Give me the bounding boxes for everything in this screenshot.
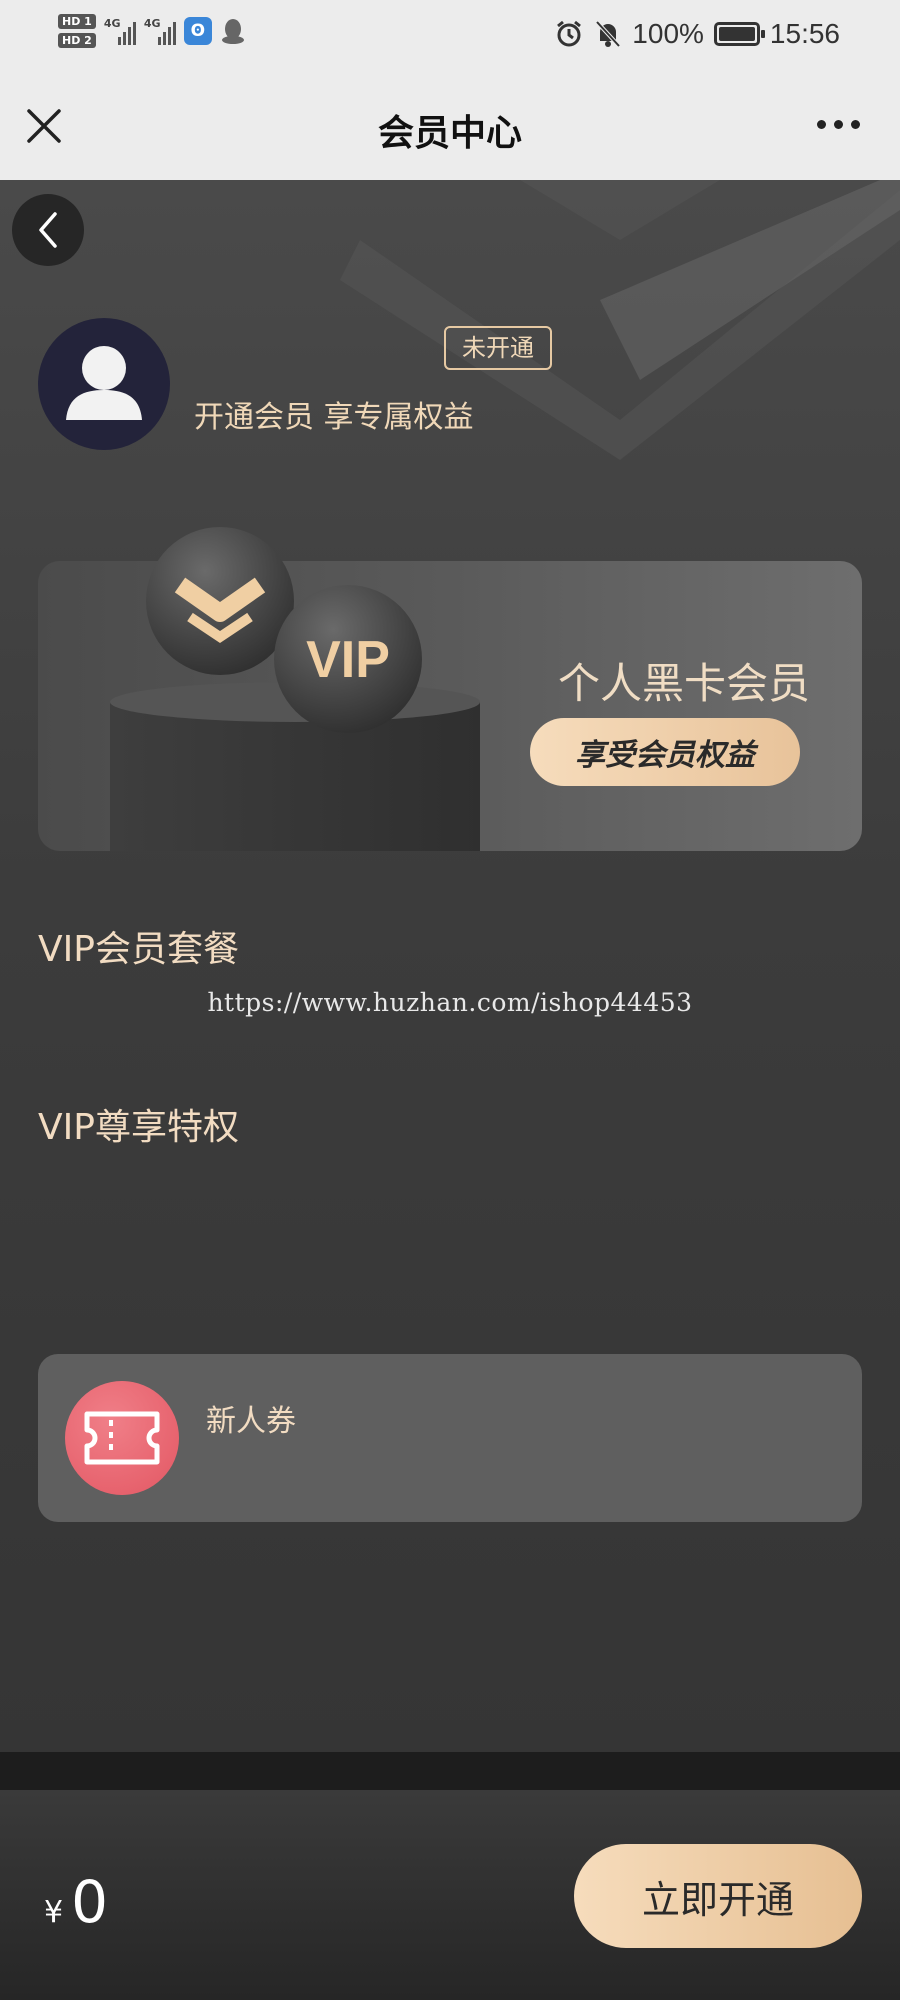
status-bar: HD 1 HD 2 4G 4G ʘ 100% 15:56 xyxy=(0,0,900,78)
benefit-name: 新人券 xyxy=(206,1404,296,1439)
qq-penguin-icon xyxy=(221,19,244,44)
status-right: 100% 15:56 xyxy=(554,18,840,50)
main-content: 未开通 开通会员 享专属权益 VIP 个人黑卡会员 享受会员权益 VIP会员套餐… xyxy=(0,180,900,1752)
membership-status-badge: 未开通 xyxy=(444,326,552,370)
app-notification-icon: ʘ xyxy=(183,17,212,45)
privileges-section-title: VIP尊享特权 xyxy=(38,1107,239,1148)
divider xyxy=(0,1752,900,1790)
watermark-url: https://www.huzhan.com/ishop44453 xyxy=(207,988,693,1017)
more-icon[interactable] xyxy=(817,120,860,129)
signal-icon: 4G xyxy=(104,17,136,45)
hd-indicators: HD 1 HD 2 xyxy=(58,14,96,48)
benefit-item[interactable]: 新人券 xyxy=(38,1354,862,1522)
page-title: 会员中心 xyxy=(377,113,522,154)
user-icon xyxy=(66,346,142,420)
vip-coin-text: VIP xyxy=(306,631,390,689)
alarm-icon xyxy=(557,20,582,47)
status-left: HD 1 HD 2 4G 4G ʘ xyxy=(58,14,246,48)
coupon-icon xyxy=(65,1381,179,1495)
chevron-left-icon xyxy=(39,212,57,248)
packages-section-title: VIP会员套餐 xyxy=(38,929,239,970)
membership-promo-text: 开通会员 享专属权益 xyxy=(194,400,474,435)
hd1-badge: HD 1 xyxy=(58,14,96,29)
currency-symbol: ¥ xyxy=(44,1895,64,1930)
vip-coin-scene: VIP xyxy=(110,527,480,851)
mute-icon xyxy=(595,20,621,48)
battery-percent: 100% xyxy=(632,18,704,49)
enjoy-benefits-button[interactable]: 享受会员权益 xyxy=(530,718,800,786)
back-button[interactable] xyxy=(12,194,84,266)
signal-icon-2: 4G xyxy=(144,17,176,45)
checkout-bar: ¥ 0 立即开通 xyxy=(0,1790,900,2000)
card-title: 个人黑卡会员 xyxy=(557,659,810,708)
clock: 15:56 xyxy=(769,18,840,49)
nav-bar: 会员中心 xyxy=(0,78,900,180)
avatar xyxy=(38,318,170,450)
hd2-badge: HD 2 xyxy=(58,33,96,48)
open-now-button[interactable]: 立即开通 xyxy=(574,1844,862,1948)
battery-icon xyxy=(713,22,765,46)
price: ¥ 0 xyxy=(44,1868,108,1936)
price-amount: 0 xyxy=(71,1868,108,1936)
